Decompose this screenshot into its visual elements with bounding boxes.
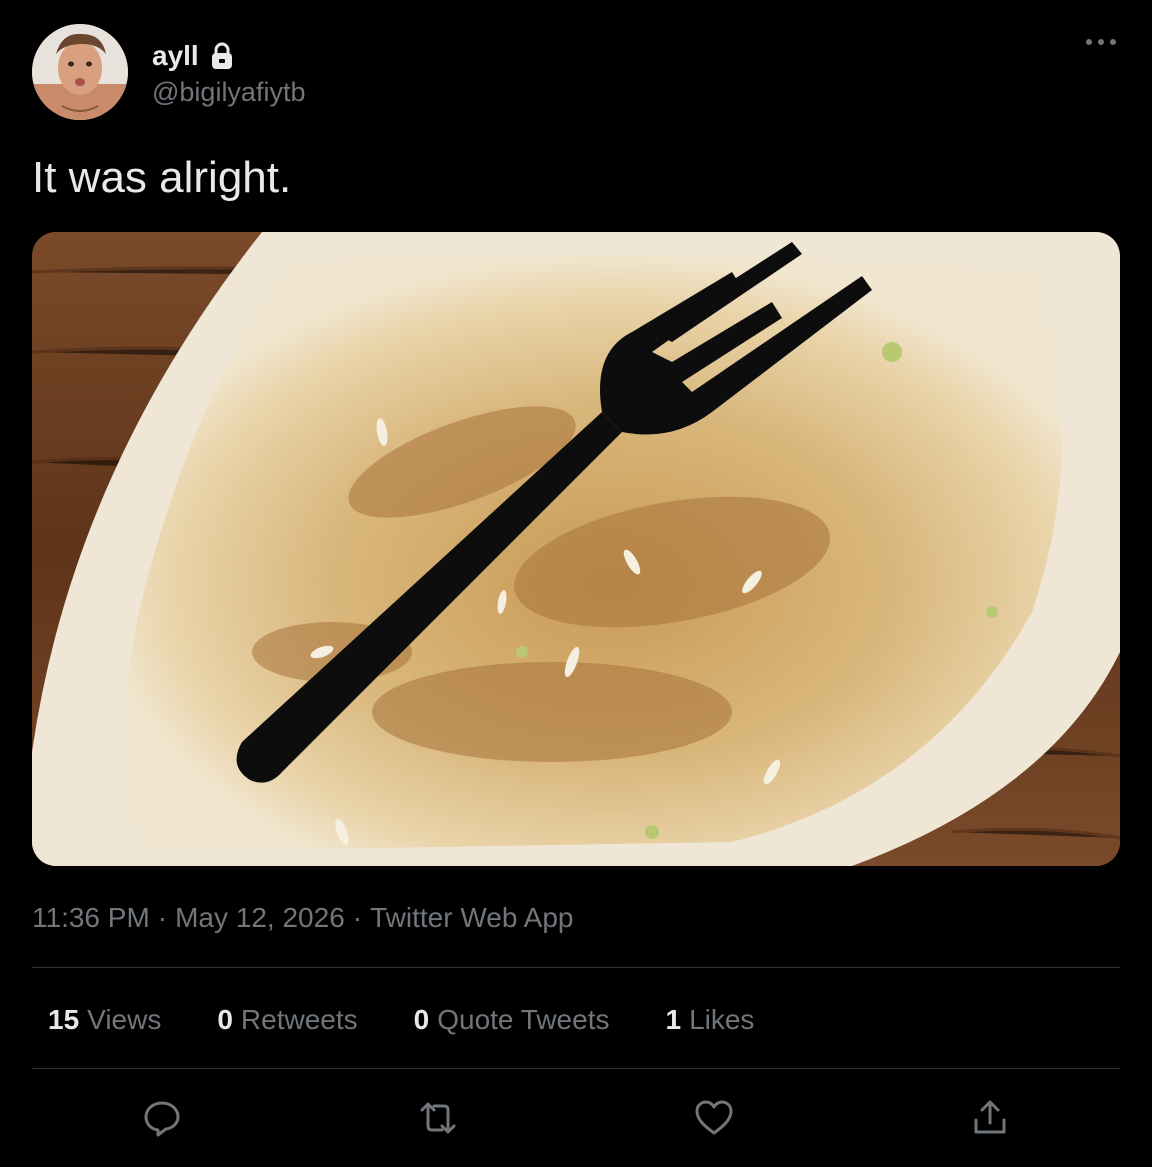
photo-icon	[32, 232, 1120, 866]
stat-label: Views	[87, 1004, 162, 1035]
tweet-date[interactable]: May 12, 2026	[175, 902, 345, 933]
share-icon	[974, 1100, 1006, 1134]
lock-icon	[209, 41, 235, 71]
retweet-button[interactable]	[410, 1090, 466, 1146]
stat-views[interactable]: 15 Views	[48, 1004, 161, 1036]
user-handle[interactable]: @bigilyafiytb	[152, 74, 305, 110]
stat-retweets[interactable]: 0 Retweets	[217, 1004, 357, 1036]
tweet-time[interactable]: 11:36 PM	[32, 902, 150, 933]
stat-label: Retweets	[240, 1004, 358, 1035]
tweet-text: It was alright.	[32, 153, 292, 202]
tweet-stats: 15 Views 0 Retweets 0 Quote Tweets 1 Lik…	[48, 998, 810, 1042]
tweet-source[interactable]: Twitter Web App	[370, 902, 573, 933]
avatar[interactable]	[32, 24, 128, 120]
stat-quote-tweets[interactable]: 0 Quote Tweets	[414, 1004, 610, 1036]
name-row: ayll	[152, 36, 305, 76]
action-bar	[0, 1090, 1152, 1146]
stat-count: 0	[413, 1004, 430, 1035]
stat-label: Likes	[689, 1004, 755, 1035]
reply-icon	[144, 1101, 180, 1137]
heart-icon	[695, 1100, 733, 1135]
tweet-meta: 11:36 PM · May 12, 2026 · Twitter Web App	[32, 898, 573, 938]
tweet-photo[interactable]	[32, 232, 1120, 866]
display-name[interactable]: ayll	[152, 36, 199, 76]
tweet-detail: ayll @bigilyafiytb It was alright. 11:36…	[0, 0, 1152, 1167]
author-info: ayll @bigilyafiytb	[152, 36, 305, 110]
divider	[32, 1068, 1120, 1069]
more-options-icon[interactable]	[1084, 34, 1118, 50]
meta-separator: ·	[352, 902, 363, 933]
retweet-icon	[420, 1102, 456, 1134]
divider	[32, 967, 1120, 968]
like-button[interactable]	[686, 1090, 742, 1146]
stat-count: 0	[217, 1004, 233, 1035]
share-button[interactable]	[962, 1090, 1018, 1146]
stat-count: 1	[665, 1004, 682, 1035]
stat-likes[interactable]: 1 Likes	[665, 1004, 754, 1036]
user-avatar-icon	[32, 24, 128, 120]
reply-button[interactable]	[134, 1090, 190, 1146]
meta-separator: ·	[157, 902, 168, 933]
stat-label: Quote Tweets	[437, 1004, 610, 1035]
stat-count: 15	[48, 1004, 80, 1035]
